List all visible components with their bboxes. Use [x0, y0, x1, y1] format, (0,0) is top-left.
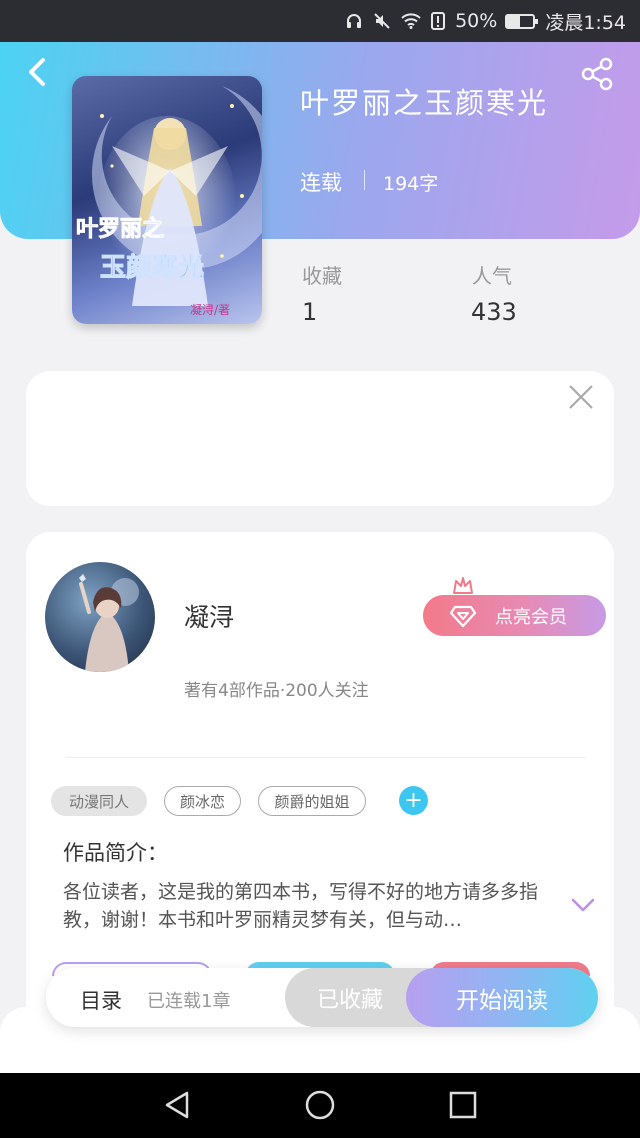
start-reading-button[interactable]: 开始阅读 [406, 968, 598, 1027]
book-cover[interactable]: 叶罗丽之 玉颜寒光 凝浔/著 [72, 76, 262, 324]
book-status: 连载 [300, 171, 342, 195]
circle-home-icon [305, 1090, 335, 1120]
start-reading-label: 开始阅读 [456, 987, 548, 1014]
vip-button-label: 点亮会员 [495, 606, 567, 628]
divider [66, 757, 586, 758]
battery-percent: 50% [455, 10, 498, 32]
cover-author: 凝浔/著 [190, 302, 230, 317]
crown-icon [452, 575, 474, 597]
book-title: 叶罗丽之玉颜寒光 [300, 86, 549, 120]
nav-recents-button[interactable] [448, 1090, 478, 1120]
avatar-image [79, 574, 139, 672]
triangle-back-icon [165, 1091, 189, 1119]
popularity-label: 人气 [472, 264, 512, 288]
favorited-button-label: 已收藏 [316, 987, 383, 1013]
expand-intro-button[interactable] [570, 896, 596, 914]
diamond-icon [449, 604, 477, 628]
intro-text: 各位读者，这是我的第四本书，写得不好的地方请多多指教，谢谢！本书和叶罗丽精灵梦有… [63, 881, 539, 931]
ad-close-button[interactable] [568, 384, 594, 410]
add-tag-button[interactable]: + [399, 786, 428, 815]
battery-icon [505, 13, 539, 29]
wifi-icon [401, 13, 421, 29]
tag-item[interactable]: 颜冰恋 [164, 786, 241, 816]
share-icon [581, 57, 613, 91]
tag-item[interactable]: 颜爵的姐姐 [258, 786, 366, 816]
toc-button[interactable]: 目录 [80, 985, 122, 1015]
cover-art: 叶罗丽之 玉颜寒光 凝浔/著 [76, 86, 262, 317]
favorites-value: 1 [302, 298, 318, 326]
status-time: 凌晨1:54 [545, 11, 626, 34]
headphone-icon [345, 12, 363, 30]
square-recents-icon [449, 1091, 477, 1119]
cover-title-line1: 叶罗丽之 [76, 216, 164, 242]
author-avatar[interactable] [45, 562, 155, 672]
back-button[interactable] [20, 55, 54, 89]
alert-icon [431, 12, 446, 30]
favorites-label: 收藏 [302, 264, 342, 288]
tag-item[interactable]: 动漫同人 [51, 786, 147, 816]
mute-icon [373, 12, 391, 30]
chevron-left-icon [29, 58, 45, 86]
chevron-down-icon [571, 898, 595, 912]
share-button[interactable] [580, 56, 616, 92]
ad-card[interactable] [26, 371, 614, 506]
cover-title-line2: 玉颜寒光 [100, 252, 204, 283]
toc-chapter-count: 已连载1章 [147, 991, 231, 1012]
intro-title: 作品简介： [63, 841, 168, 865]
status-bar: 50% 凌晨1:54 [0, 0, 640, 42]
popularity-value: 433 [471, 298, 517, 326]
word-count: 194字 [383, 173, 439, 195]
author-name[interactable]: 凝浔 [184, 598, 234, 634]
close-icon [569, 385, 593, 409]
nav-back-button[interactable] [163, 1090, 193, 1120]
status-divider [364, 170, 365, 190]
nav-home-button[interactable] [305, 1090, 335, 1120]
author-meta: 著有4部作品·200人关注 [184, 681, 369, 701]
